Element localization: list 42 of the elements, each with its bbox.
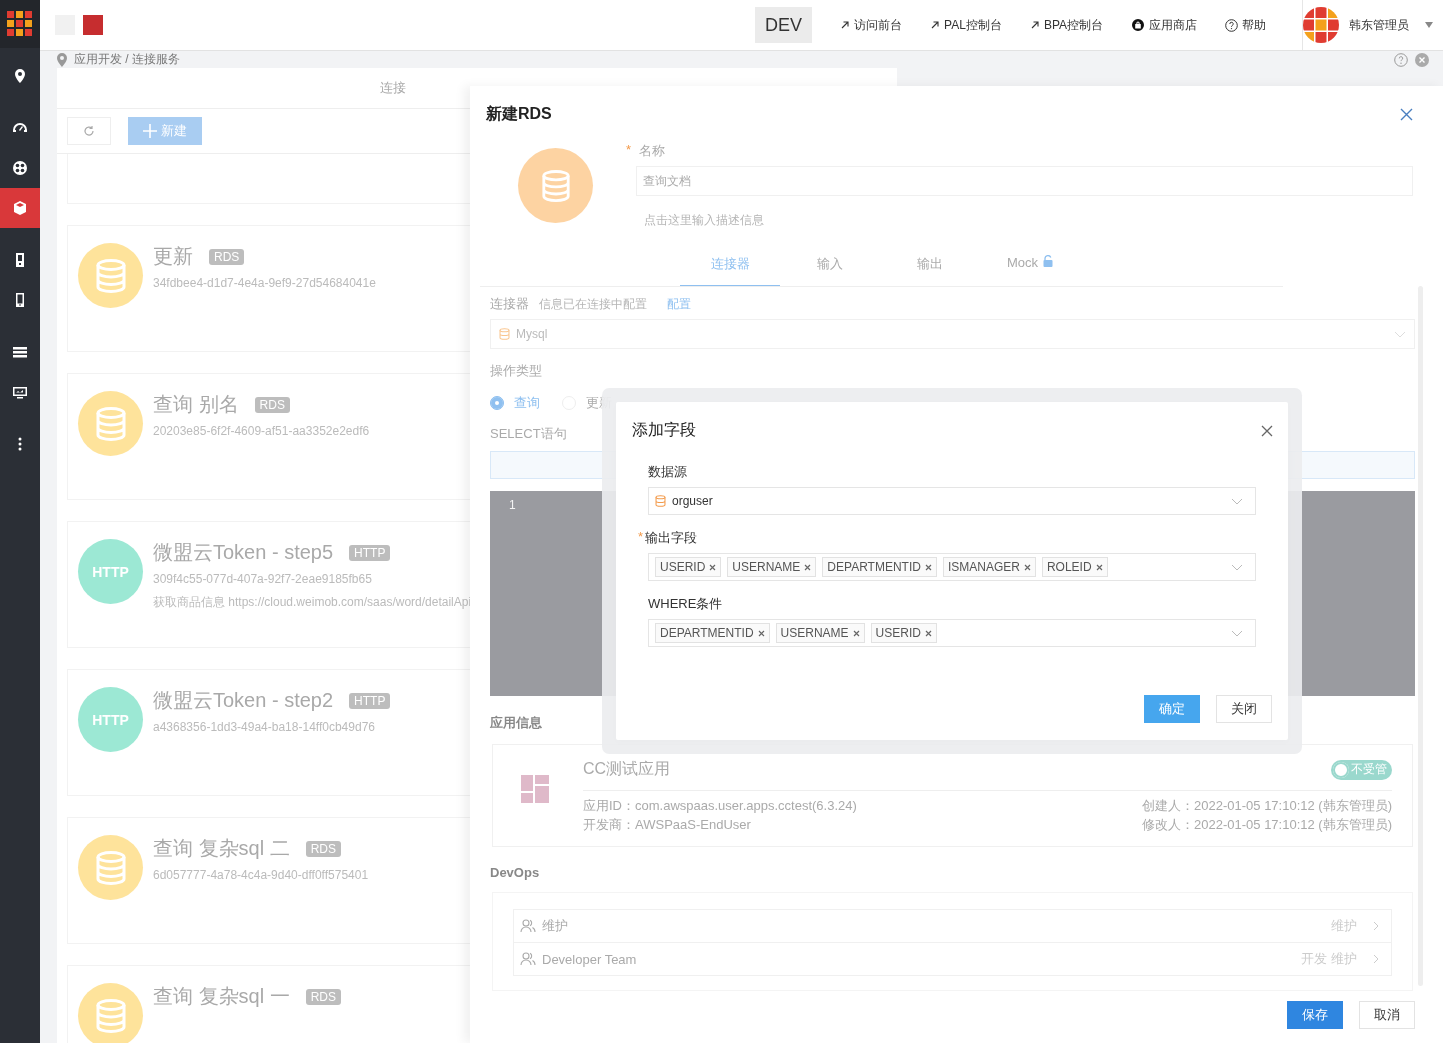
hint-text: 信息已在连接中配置 [539,296,647,313]
connection-id: 309f4c55-077d-407a-92f7-2eae9185fb65 [153,572,373,586]
type-tag: RDS [254,396,290,413]
field-label: 操作类型 [490,362,542,380]
breadcrumb: 应用开发 / 连接服务 [74,51,180,68]
field-label: 输出字段 [645,529,698,547]
type-tag: RDS [209,248,245,265]
field-label: 名称 [639,142,666,160]
field-label: 数据源 [648,463,688,481]
line-number: 1 [509,498,516,512]
connection-name: 查询 复杂sql 一 [153,984,290,1009]
section-title: DevOps [490,865,541,880]
card-avatar: HTTP [78,539,143,604]
environment-badge: DEV [755,7,813,43]
created-info: 创建人：2022-01-05 17:10:12 (韩东管理员) [1142,797,1392,815]
connection-name: 更新 [153,244,193,269]
type-tag: RDS [305,988,342,1005]
section-title: 应用信息 [490,714,543,732]
app-id: 应用ID：com.awspaas.user.apps.cctest(6.3.24) [583,797,857,815]
connection-name: 微盟云Token - step5 [153,540,334,565]
connection-id: 20203e85-6f2f-4609-af51-aa3352e2edf6 [153,424,370,438]
connection-name: 查询 别名 [153,392,239,417]
connection-name: 微盟云Token - step2 [153,688,334,713]
connection-id: a4368356-1dd3-49a4-ba18-14ff0cb49d76 [153,720,376,734]
app-name: CC测试应用 [583,759,671,779]
drawer-title: 新建RDS [486,104,552,124]
field-label: 连接器 [490,295,529,313]
type-tag: RDS [305,840,342,857]
dialog-title: 添加字段 [632,420,696,440]
type-tag: HTTP [349,692,391,709]
app-vendor: 开发商：AWSPaaS-EndUser [583,816,752,834]
required-mark: * [626,142,632,159]
type-tag: HTTP [349,544,391,561]
modified-info: 修改人：2022-01-05 17:10:12 (韩东管理员) [1142,816,1392,834]
field-label: SELECT语句 [490,425,567,443]
connection-description: 获取商品信息 https://cloud.weimob.com/saas/word/detailApi [153,594,472,611]
connection-id: 6d057777-4a78-4c4a-9d40-dff0ff575401 [153,868,369,882]
connection-id: 34fdbee4-d1d7-4e4a-9ef9-27d54684041e [153,276,376,290]
field-label: WHERE条件 [648,595,724,613]
connection-name: 查询 复杂sql 二 [153,836,290,861]
required-mark: * [638,529,644,546]
card-avatar: HTTP [78,687,143,752]
